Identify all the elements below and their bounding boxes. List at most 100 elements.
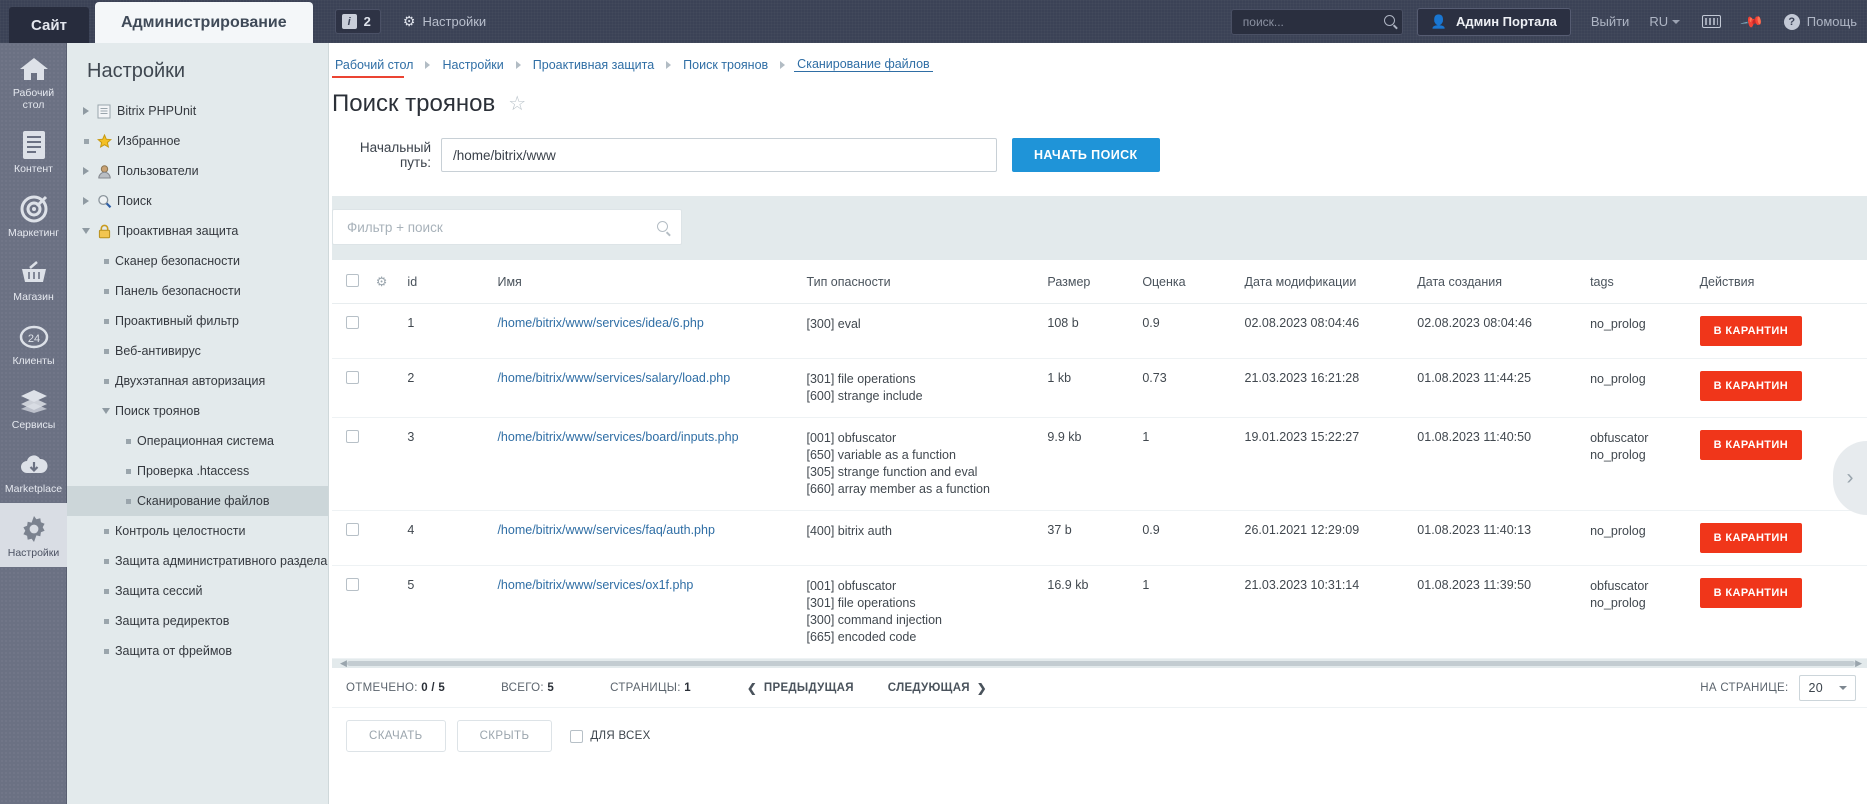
sidebar-tree-item[interactable]: Защита редиректов [67,606,328,636]
start-search-button[interactable]: НАЧАТЬ ПОИСК [1012,138,1160,172]
header-created-date[interactable]: Дата создания [1417,260,1591,304]
sidebar-tree-item[interactable]: Проверка .htaccess [67,456,328,486]
chevron-right-icon[interactable] [83,197,89,205]
select-all-checkbox[interactable] [346,274,359,287]
start-path-input[interactable] [441,138,997,172]
filter-search-input[interactable] [345,218,669,236]
column-settings-header[interactable]: ⚙ [375,260,408,304]
quarantine-button[interactable]: В КАРАНТИН [1699,316,1803,346]
rail-item-clients[interactable]: 24 Клиенты [0,311,67,375]
file-link[interactable]: /home/bitrix/www/services/ox1f.php [497,578,693,592]
table-row[interactable]: 1/home/bitrix/www/services/idea/6.php [30… [332,303,1867,359]
sidebar-tree-item[interactable]: Поиск троянов [67,396,328,426]
scroll-right-icon[interactable]: ▶ [1855,659,1862,668]
scroll-left-icon[interactable]: ◀ [340,659,347,668]
select-all-header[interactable] [332,260,376,304]
tab-site[interactable]: Сайт [9,7,89,43]
hide-button[interactable]: СКРЫТЬ [456,720,553,752]
row-select-cell[interactable] [332,417,376,511]
row-checkbox[interactable] [346,430,359,443]
notifications-badge[interactable]: i 2 [334,9,381,34]
header-id[interactable]: id [407,260,498,304]
header-name[interactable]: Имя [497,260,807,304]
rail-item-marketing[interactable]: Маркетинг [0,183,67,247]
quarantine-button[interactable]: В КАРАНТИН [1699,371,1803,401]
rail-item-services[interactable]: Сервисы [0,375,67,439]
sidebar-tree-item[interactable]: Защита от фреймов [67,636,328,666]
logout-link[interactable]: Выйти [1591,14,1630,29]
header-modified-date[interactable]: Дата модификации [1244,260,1418,304]
scrollbar-thumb[interactable] [346,661,1856,666]
global-search[interactable] [1230,8,1403,35]
header-score[interactable]: Оценка [1142,260,1245,304]
quarantine-button[interactable]: В КАРАНТИН [1699,430,1803,460]
chevron-right-icon[interactable] [83,107,89,115]
for-all-checkbox[interactable] [570,729,584,743]
row-checkbox[interactable] [346,578,359,591]
tab-administration[interactable]: Администрирование [94,2,313,43]
gear-icon[interactable]: ⚙ [376,274,388,289]
per-page-select[interactable]: 20 [1799,674,1856,701]
sidebar-tree-item[interactable]: Bitrix PHPUnit [67,96,328,126]
sidebar-tree-item[interactable]: Операционная система [67,426,328,456]
sidebar-tree-item[interactable]: Защита сессий [67,576,328,606]
row-select-cell[interactable] [332,358,376,418]
rail-item-shop[interactable]: Магазин [0,247,67,311]
rail-item-settings[interactable]: Настройки [0,503,67,567]
row-checkbox[interactable] [346,316,359,329]
chevron-down-icon[interactable] [102,408,110,414]
sidebar-tree-item[interactable]: Поиск [67,186,328,216]
pin-icon[interactable]: 📌 [1740,9,1766,35]
breadcrumb-item[interactable]: Сканирование файлов [794,57,933,72]
keyboard-icon[interactable] [1702,15,1722,28]
table-row[interactable]: 5/home/bitrix/www/services/ox1f.php [001]… [332,565,1867,659]
header-size[interactable]: Размер [1047,260,1143,304]
global-search-input[interactable] [1240,13,1376,30]
row-select-cell[interactable] [332,565,376,659]
chevron-right-icon[interactable] [83,167,89,175]
breadcrumb-item[interactable]: Настройки [439,58,506,72]
rail-item-marketplace[interactable]: Marketplace [0,439,67,503]
help-link[interactable]: ? Помощь [1783,13,1857,30]
file-link[interactable]: /home/bitrix/www/services/board/inputs.p… [497,430,738,444]
filter-search-box[interactable] [332,209,682,245]
sidebar-tree-item[interactable]: Пользователи [67,156,328,186]
header-tags[interactable]: tags [1590,260,1700,304]
sidebar-tree-item[interactable]: Избранное [67,126,328,156]
sidebar-tree-item[interactable]: Проактивный фильтр [67,306,328,336]
row-checkbox[interactable] [346,371,359,384]
header-threat-type[interactable]: Тип опасности [806,260,1048,304]
table-row[interactable]: 2/home/bitrix/www/services/salary/load.p… [332,358,1867,418]
language-switcher[interactable]: RU [1649,14,1681,29]
for-all-group[interactable]: ДЛЯ ВСЕХ [570,729,650,743]
sidebar-tree-item[interactable]: Веб-антивирус [67,336,328,366]
chevron-down-icon[interactable] [82,228,90,234]
row-select-cell[interactable] [332,303,376,359]
breadcrumb-item[interactable]: Рабочий стол [332,58,416,72]
quarantine-button[interactable]: В КАРАНТИН [1699,578,1803,608]
next-page-button[interactable]: СЛЕДУЮЩАЯ ❯ [888,681,987,695]
breadcrumb-item[interactable]: Проактивная защита [530,58,657,72]
breadcrumb-item[interactable]: Поиск троянов [680,58,771,72]
file-link[interactable]: /home/bitrix/www/services/salary/load.ph… [497,371,730,385]
prev-page-button[interactable]: ❮ ПРЕДЫДУЩАЯ [747,681,854,695]
horizontal-scrollbar[interactable]: ◀ ▶ [332,659,1867,668]
sidebar-tree-item[interactable]: Проактивная защита [67,216,328,246]
row-checkbox[interactable] [346,523,359,536]
download-button[interactable]: СКАЧАТЬ [346,720,446,752]
user-chip[interactable]: 👤 Админ Портала [1416,7,1571,36]
sidebar-tree-item[interactable]: Панель безопасности [67,276,328,306]
rail-item-desktop[interactable]: Рабочий стол [0,43,67,119]
row-select-cell[interactable] [332,510,376,566]
file-link[interactable]: /home/bitrix/www/services/faq/auth.php [497,523,714,537]
sidebar-tree-item[interactable]: Сканирование файлов [67,486,328,516]
sidebar-tree-item[interactable]: Двухэтапная авторизация [67,366,328,396]
favorite-star-icon[interactable]: ☆ [508,94,526,114]
table-row[interactable]: 3/home/bitrix/www/services/board/inputs.… [332,417,1867,511]
top-settings-link[interactable]: ⚙ Настройки [403,13,486,30]
quarantine-button[interactable]: В КАРАНТИН [1699,523,1803,553]
sidebar-tree-item[interactable]: Сканер безопасности [67,246,328,276]
sidebar-tree-item[interactable]: Защита административного раздела [67,546,328,576]
file-link[interactable]: /home/bitrix/www/services/idea/6.php [497,316,703,330]
sidebar-tree-item[interactable]: Контроль целостности [67,516,328,546]
